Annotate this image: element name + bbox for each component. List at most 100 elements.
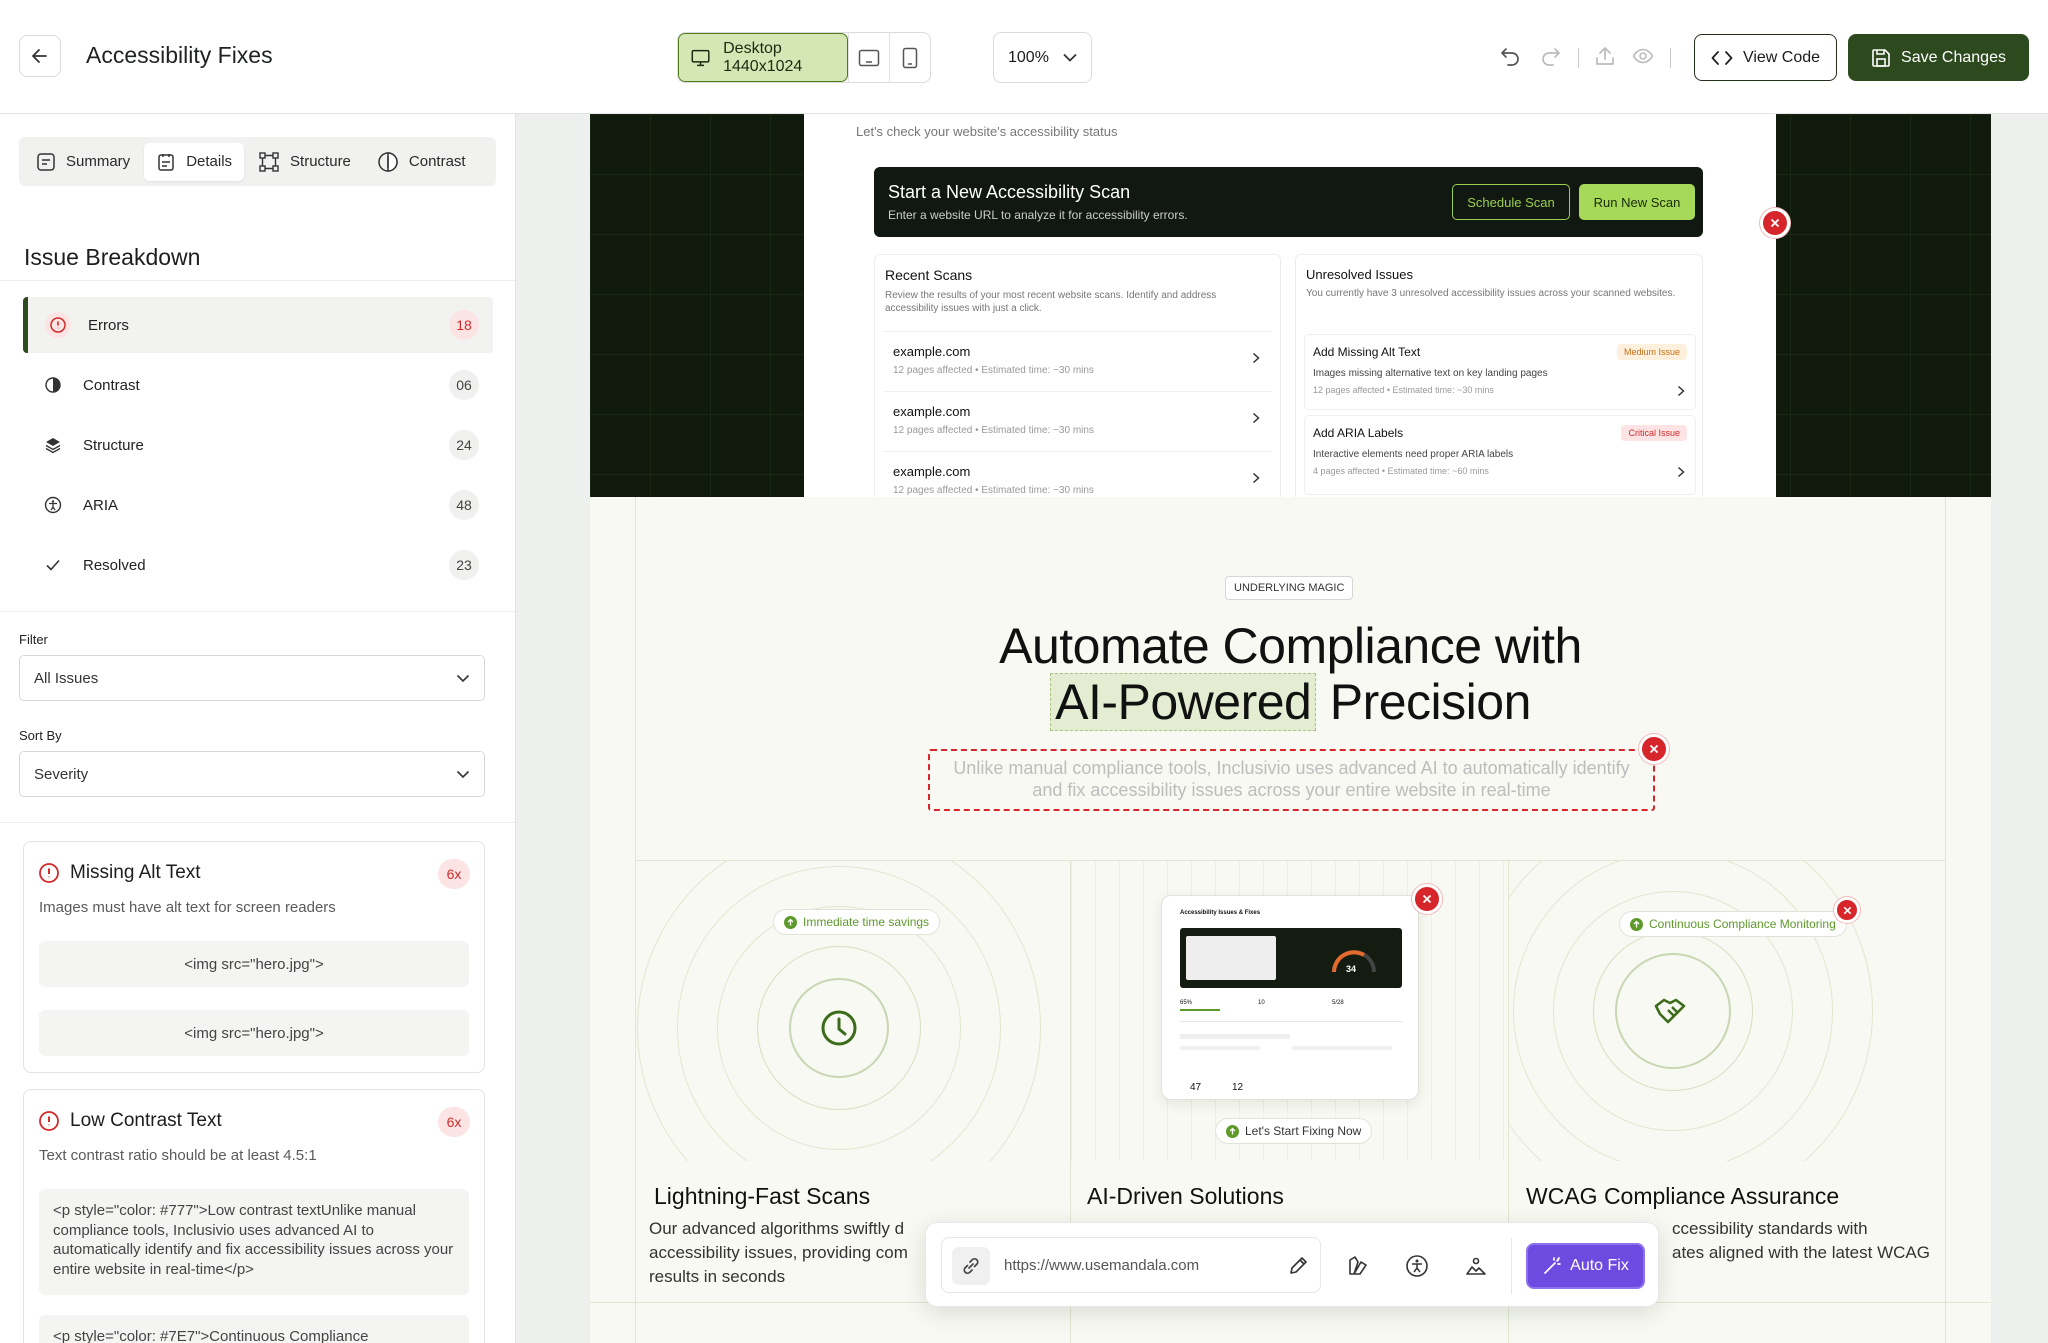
feature-desc: ccessibility standards with ates aligned…	[1672, 1217, 1972, 1265]
chevron-right-icon	[1252, 472, 1260, 484]
undo-icon[interactable]	[1499, 45, 1521, 67]
mini-stat: 10	[1258, 1000, 1265, 1006]
issue-row-resolved[interactable]: Resolved 23	[23, 537, 493, 593]
toolbar-divider	[1511, 1238, 1512, 1294]
error-marker[interactable]	[1760, 208, 1790, 238]
code-snippet[interactable]: <p style="color: #777">Low contrast text…	[39, 1189, 469, 1295]
scan-domain: example.com	[893, 404, 971, 419]
divider	[0, 822, 515, 823]
issue-meta: 4 pages affected • Estimated time: ~60 m…	[1313, 466, 1489, 476]
device-mobile-button[interactable]	[888, 33, 930, 82]
issue-label: Resolved	[83, 556, 146, 574]
tab-summary[interactable]: Summary	[24, 143, 142, 181]
heading-rest: Precision	[1329, 674, 1532, 730]
top-bar: Accessibility Fixes Desktop 1440x1024 10…	[0, 0, 2048, 114]
filter-label: Filter	[19, 632, 48, 647]
issue-row-contrast[interactable]: Contrast 06	[23, 357, 493, 413]
issue-card-low-contrast[interactable]: Low Contrast Text 6x Text contrast ratio…	[23, 1089, 485, 1343]
recent-scan-item[interactable]: example.com 12 pages affected • Estimate…	[883, 451, 1272, 497]
redo-icon[interactable]	[1540, 45, 1562, 67]
mini-card-title: Accessibility Issues & Fixes	[1180, 910, 1261, 916]
unresolved-issues-card: Unresolved Issues You currently have 3 u…	[1295, 254, 1703, 497]
view-code-button[interactable]: View Code	[1694, 34, 1837, 81]
card-title-text: Missing Alt Text	[70, 862, 201, 883]
tab-structure[interactable]: Structure	[246, 143, 363, 181]
chevron-right-icon	[1252, 412, 1260, 424]
auto-fix-label: Auto Fix	[1570, 1257, 1629, 1274]
code-icon	[1711, 50, 1733, 65]
pencil-icon[interactable]	[1287, 1255, 1309, 1277]
issue-card-missing-alt[interactable]: Missing Alt Text 6x Images must have alt…	[23, 841, 485, 1073]
divider	[0, 611, 515, 612]
feature-title: AI-Driven Solutions	[1087, 1183, 1284, 1209]
auto-fix-button[interactable]: Auto Fix	[1526, 1243, 1645, 1289]
zoom-select[interactable]: 100%	[993, 32, 1092, 83]
layers-icon	[45, 438, 61, 454]
dashboard-mockup: Let's check your website's accessibility…	[804, 114, 1776, 497]
error-icon	[45, 312, 71, 338]
accessibility-icon[interactable]	[1405, 1254, 1429, 1278]
sidebar-tabs: Summary Details Structure Contrast	[19, 137, 496, 186]
mini-stat: 65%	[1180, 1000, 1193, 1006]
feature3-visual	[1509, 861, 1945, 1161]
tab-structure-label: Structure	[290, 153, 351, 170]
unresolved-item[interactable]: Add ARIA Labels Critical Issue Interacti…	[1304, 415, 1696, 495]
sort-select[interactable]: Severity	[19, 751, 485, 797]
low-contrast-subtext[interactable]: Unlike manual compliance tools, Inclusiv…	[928, 749, 1655, 811]
structure-icon	[259, 151, 279, 172]
chevron-down-icon	[456, 674, 470, 682]
scan-banner: Start a New Accessibility Scan Enter a w…	[874, 167, 1703, 237]
feature-title: WCAG Compliance Assurance	[1526, 1183, 1840, 1209]
recent-scan-item[interactable]: example.com 12 pages affected • Estimate…	[883, 391, 1272, 445]
eye-icon[interactable]	[1632, 45, 1654, 67]
heading-highlight[interactable]: AI-Powered	[1050, 673, 1317, 731]
schedule-scan-button[interactable]: Schedule Scan	[1452, 184, 1570, 220]
code-snippet[interactable]: <p style="color: #7E7">Continuous Compli…	[39, 1315, 469, 1343]
sidebar: Summary Details Structure Contrast Issue…	[0, 114, 516, 1343]
card-title: Low Contrast Text	[38, 1110, 222, 1132]
palette-icon[interactable]	[1346, 1254, 1370, 1278]
accessibility-icon	[44, 496, 62, 514]
error-marker[interactable]	[1412, 884, 1442, 914]
issue-title: Add Missing Alt Text	[1313, 345, 1421, 359]
close-icon	[1649, 744, 1659, 754]
issue-row-errors[interactable]: Errors 18	[23, 297, 493, 353]
tab-details-label: Details	[186, 153, 233, 170]
toolbar-divider	[1578, 48, 1579, 68]
issue-label: Contrast	[83, 376, 140, 394]
issue-row-aria[interactable]: ARIA 48	[23, 477, 493, 533]
save-changes-button[interactable]: Save Changes	[1848, 34, 2029, 81]
zoom-value: 100%	[1008, 48, 1049, 66]
view-code-label: View Code	[1742, 48, 1821, 66]
device-tablet-button[interactable]	[847, 33, 889, 82]
tab-contrast[interactable]: Contrast	[365, 143, 478, 181]
scan-meta: 12 pages affected • Estimated time: ~30 …	[893, 485, 1094, 496]
url-input[interactable]: https://www.usemandala.com	[941, 1237, 1321, 1293]
issue-row-structure[interactable]: Structure 24	[23, 417, 493, 473]
scan-domain: example.com	[893, 344, 971, 359]
error-marker[interactable]	[1639, 734, 1669, 764]
back-button[interactable]	[19, 35, 61, 77]
image-edit-icon[interactable]	[1464, 1254, 1488, 1278]
scan-meta: 12 pages affected • Estimated time: ~30 …	[893, 425, 1094, 436]
unresolved-item[interactable]: Add Missing Alt Text Medium Issue Images…	[1304, 334, 1696, 410]
magic-wand-icon	[1544, 1257, 1562, 1274]
recent-scan-item[interactable]: example.com 12 pages affected • Estimate…	[883, 331, 1272, 385]
code-snippet[interactable]: <img src="hero.jpg">	[39, 1010, 469, 1056]
issue-count: 48	[449, 490, 479, 520]
feature-chip: Immediate time savings	[773, 909, 941, 935]
error-marker[interactable]	[1834, 897, 1860, 923]
save-changes-label: Save Changes	[1901, 48, 2006, 66]
url-text: https://www.usemandala.com	[1004, 1257, 1200, 1274]
run-scan-button[interactable]: Run New Scan	[1579, 184, 1695, 220]
device-desktop-button[interactable]: Desktop 1440x1024	[678, 33, 848, 82]
link-button[interactable]	[952, 1247, 990, 1285]
tab-details[interactable]: Details	[144, 142, 245, 181]
code-snippet[interactable]: <img src="hero.jpg">	[39, 941, 469, 987]
export-icon[interactable]	[1594, 45, 1616, 67]
arrow-up-circle-icon	[1630, 917, 1643, 931]
chevron-right-icon	[1252, 352, 1260, 364]
preview-hero: Let's check your website's accessibility…	[590, 114, 1991, 497]
clock-badge	[789, 978, 889, 1078]
filter-select[interactable]: All Issues	[19, 655, 485, 701]
